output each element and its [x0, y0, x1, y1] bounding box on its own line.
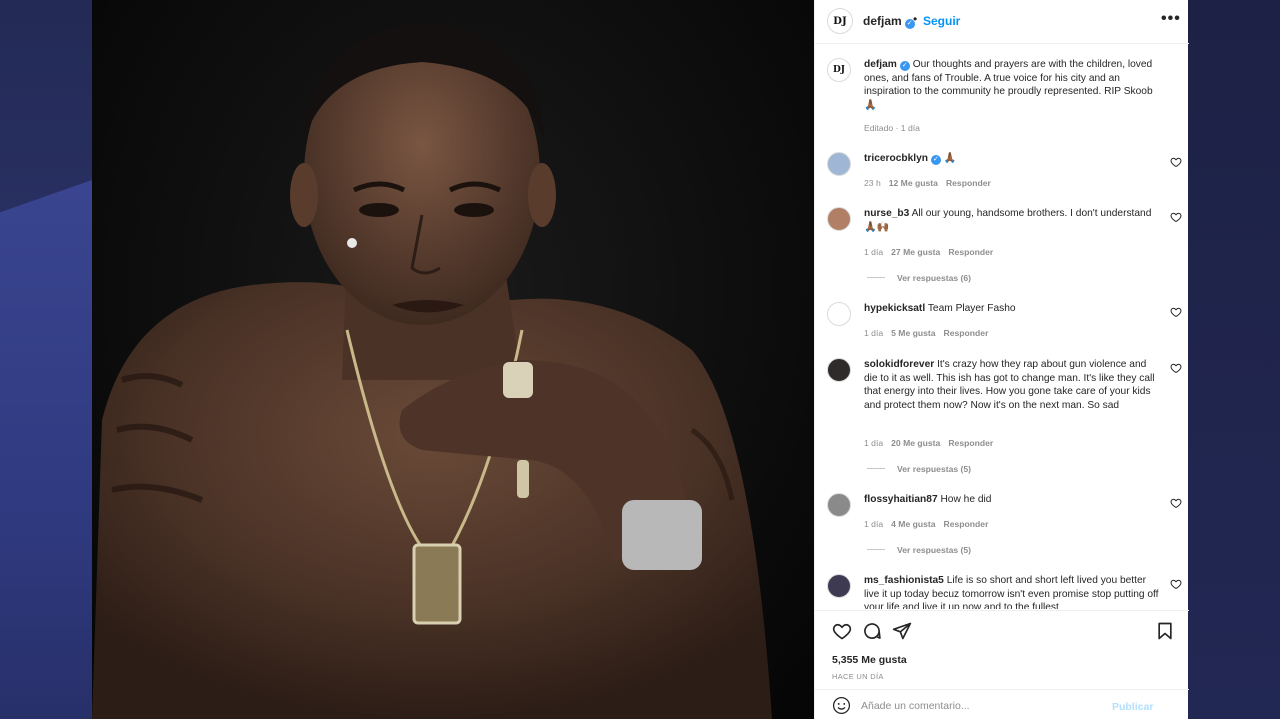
post-header: DJ defjam ✓ • Seguir •••: [815, 0, 1189, 44]
view-replies-label[interactable]: Ver respuestas (5): [897, 464, 971, 474]
comment-like-heart-icon[interactable]: [1170, 497, 1182, 509]
share-icon[interactable]: [892, 621, 912, 641]
comment-username[interactable]: hypekicksatl: [864, 303, 925, 314]
verified-badge-icon: ✓: [899, 61, 910, 71]
reply-button[interactable]: Responder: [944, 519, 989, 529]
publish-button[interactable]: Publicar: [1112, 701, 1153, 713]
comment-time: 1 día: [864, 519, 884, 529]
bookmark-icon[interactable]: [1155, 621, 1175, 641]
commenter-avatar[interactable]: [827, 152, 851, 176]
comment-text: 🙏🏾: [943, 153, 957, 164]
background-left: [0, 0, 92, 719]
reply-button[interactable]: Responder: [948, 438, 993, 448]
comment-meta: 1 día 27 Me gusta Responder: [864, 247, 1001, 257]
author-username[interactable]: defjam ✓: [863, 14, 915, 29]
comment-text-block: nurse_b3 All our young, handsome brother…: [864, 207, 1159, 234]
comment-like-heart-icon[interactable]: [1170, 578, 1182, 590]
post-actions: 5,355 Me gusta HACE UN DÍA Publicar: [815, 610, 1189, 719]
post-time: HACE UN DÍA: [832, 672, 884, 681]
more-options-icon[interactable]: •••: [1161, 10, 1181, 28]
view-replies-button[interactable]: Ver respuestas (5): [867, 545, 971, 555]
comment-icon[interactable]: [862, 621, 882, 641]
comment-text-block: ms_fashionista5 Life is so short and sho…: [864, 574, 1159, 609]
replies-divider: [867, 277, 885, 278]
view-replies-button[interactable]: Ver respuestas (6): [867, 273, 971, 283]
comment-username[interactable]: nurse_b3: [864, 208, 909, 219]
comment-text-block: tricerocbklyn ✓ 🙏🏾: [864, 152, 1159, 166]
comment-likes[interactable]: 27 Me gusta: [891, 247, 940, 257]
comment-username[interactable]: ms_fashionista5: [864, 575, 944, 586]
comment-time: 1 día: [864, 328, 884, 338]
view-replies-label[interactable]: Ver respuestas (6): [897, 273, 971, 283]
comment-meta: 1 día 4 Me gusta Responder: [864, 519, 996, 529]
caption-text-block: defjam ✓ Our thoughts and prayers are wit…: [864, 58, 1159, 112]
view-replies-button[interactable]: Ver respuestas (5): [867, 464, 971, 474]
comment-meta: 1 día 5 Me gusta Responder: [864, 328, 996, 338]
comment-username[interactable]: flossyhaitian87: [864, 494, 938, 505]
emoji-icon[interactable]: [832, 696, 851, 715]
follow-button[interactable]: Seguir: [923, 14, 960, 28]
verified-badge-icon: ✓: [930, 155, 941, 165]
author-username-text[interactable]: defjam: [863, 14, 902, 28]
comment-time: 1 día: [864, 438, 884, 448]
comment-like-heart-icon[interactable]: [1170, 362, 1182, 374]
reply-button[interactable]: Responder: [946, 178, 991, 188]
view-replies-label[interactable]: Ver respuestas (5): [897, 545, 971, 555]
comment-likes[interactable]: 20 Me gusta: [891, 438, 940, 448]
replies-divider: [867, 468, 885, 469]
caption-meta: Editado · 1 día: [864, 123, 920, 133]
portrait-illustration: [92, 22, 772, 719]
commenter-avatar[interactable]: [827, 574, 851, 598]
reply-button[interactable]: Responder: [948, 247, 993, 257]
comment-text: Team Player Fasho: [927, 303, 1016, 314]
comment-username[interactable]: solokidforever: [864, 359, 934, 370]
comment-time: 1 día: [864, 247, 884, 257]
post-image: [92, 0, 814, 719]
comment-text-block: hypekicksatl Team Player Fasho: [864, 302, 1159, 316]
add-comment-row: Publicar: [815, 689, 1189, 719]
comment-username[interactable]: tricerocbklyn: [864, 153, 928, 164]
likes-count[interactable]: 5,355 Me gusta: [832, 654, 907, 666]
comment-meta: 23 h 12 Me gusta Responder: [864, 178, 999, 188]
comment-like-heart-icon[interactable]: [1170, 156, 1182, 168]
replies-divider: [867, 549, 885, 550]
caption-avatar[interactable]: DJ: [827, 58, 851, 82]
comment-text-block: flossyhaitian87 How he did: [864, 493, 1159, 507]
header-separator: •: [913, 12, 918, 26]
comment-text: How he did: [940, 494, 992, 505]
heart-icon[interactable]: [832, 621, 852, 641]
commenter-avatar[interactable]: [827, 493, 851, 517]
comment-meta: 1 día 20 Me gusta Responder: [864, 438, 1001, 448]
comment-likes[interactable]: 12 Me gusta: [889, 178, 938, 188]
comment-like-heart-icon[interactable]: [1170, 306, 1182, 318]
caption-username[interactable]: defjam: [864, 59, 897, 70]
reply-button[interactable]: Responder: [944, 328, 989, 338]
comment-likes[interactable]: 5 Me gusta: [891, 328, 935, 338]
post-panel: DJ defjam ✓ • Seguir ••• DJ defjam ✓ Our t…: [814, 0, 1189, 719]
comments-list[interactable]: DJ defjam ✓ Our thoughts and prayers are …: [815, 45, 1189, 609]
comment-likes[interactable]: 4 Me gusta: [891, 519, 935, 529]
background-right: [1188, 0, 1280, 719]
background-stripe: [0, 180, 92, 719]
commenter-avatar[interactable]: [827, 302, 851, 326]
comment-time: 23 h: [864, 178, 881, 188]
add-comment-input[interactable]: [861, 696, 1091, 716]
commenter-avatar[interactable]: [827, 358, 851, 382]
comment-like-heart-icon[interactable]: [1170, 211, 1182, 223]
author-avatar[interactable]: DJ: [827, 8, 853, 34]
commenter-avatar[interactable]: [827, 207, 851, 231]
comment-text-block: solokidforever It's crazy how they rap a…: [864, 358, 1159, 412]
